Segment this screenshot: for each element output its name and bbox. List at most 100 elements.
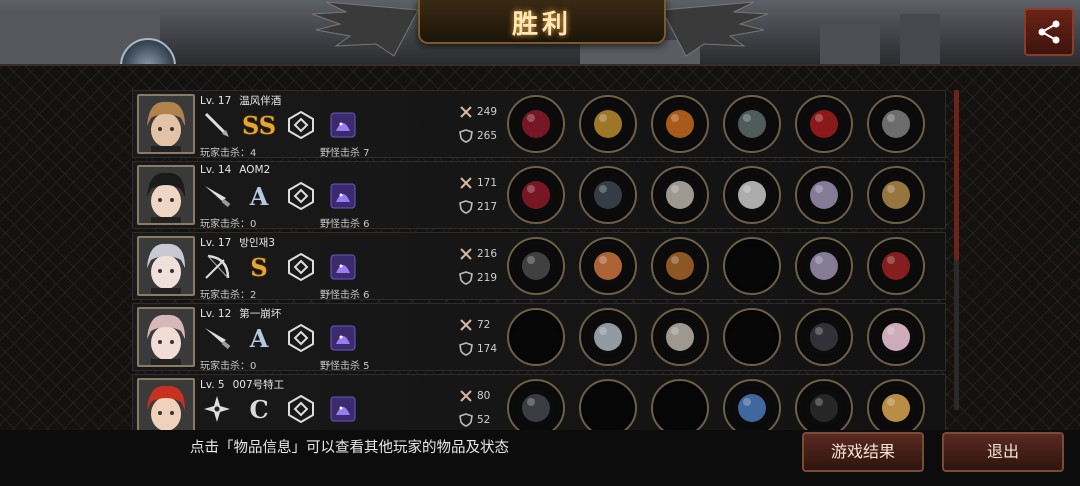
defense-value: 265 [477, 130, 498, 142]
monster-kills: 野怪击杀 6 [320, 290, 370, 301]
equipment-slot-empty[interactable] [579, 379, 637, 437]
purple-pet-icon [327, 180, 359, 212]
treasure-chest-icon [882, 181, 910, 209]
attack-value: 171 [477, 177, 498, 189]
equipment-slot[interactable] [795, 237, 853, 295]
player-avatar[interactable] [137, 236, 195, 296]
equipment-slot[interactable] [795, 95, 853, 153]
player-row[interactable]: Lv. 17 방인재3 S 玩家击杀：2 野怪击杀 6 216 219 [132, 232, 946, 301]
player-avatar[interactable] [137, 94, 195, 154]
shield-icon [459, 129, 473, 143]
equipment-slot[interactable] [507, 166, 565, 224]
player-level-name: Lv. 12 第一崩坏 [200, 306, 281, 321]
diamond-crest-icon [285, 180, 317, 212]
defense-stat: 219 [459, 271, 497, 285]
equipment-slot[interactable] [795, 308, 853, 366]
attack-stat: 171 [459, 176, 497, 190]
player-row[interactable]: Lv. 17 温风伴酒 SS 玩家击杀：4 野怪击杀 7 249 265 [132, 90, 946, 159]
shield-icon [459, 200, 473, 214]
equipment-slot[interactable] [867, 237, 925, 295]
equipment-row [507, 379, 939, 437]
player-avatar[interactable] [137, 307, 195, 367]
defense-stat: 52 [459, 413, 490, 427]
player-kills: 玩家击杀：4 [200, 148, 257, 159]
attack-stat: 80 [459, 389, 490, 403]
equipment-slot[interactable] [795, 166, 853, 224]
player-kills: 玩家击杀：0 [200, 219, 257, 230]
equipment-slot[interactable] [867, 379, 925, 437]
triangle-crest-icon [285, 393, 317, 425]
equipment-slot-empty[interactable] [651, 379, 709, 437]
silver-helmet-icon [594, 323, 622, 351]
equipment-slot[interactable] [867, 166, 925, 224]
share-icon [1038, 20, 1060, 44]
exit-button[interactable]: 退出 [942, 432, 1064, 472]
player-badges: A [201, 180, 369, 212]
equipment-slot-empty[interactable] [723, 237, 781, 295]
player-badges: SS [201, 109, 369, 141]
equipment-row [507, 237, 939, 295]
player-name: AOM2 [239, 164, 271, 176]
equipment-slot[interactable] [507, 237, 565, 295]
equipment-slot[interactable] [507, 379, 565, 437]
equipment-slot[interactable] [867, 308, 925, 366]
share-button[interactable] [1024, 8, 1074, 56]
player-row[interactable]: Lv. 12 第一崩坏 A 玩家击杀：0 野怪击杀 5 72 174 [132, 303, 946, 372]
heptagon-crest-icon [285, 251, 317, 283]
purple-pet-icon [327, 251, 359, 283]
player-level-name: Lv. 5 007号特工 [200, 377, 284, 392]
equipment-slot[interactable] [579, 166, 637, 224]
game-result-button[interactable]: 游戏结果 [802, 432, 924, 472]
crossed-swords-icon [460, 106, 472, 118]
crossbow-icon [522, 252, 550, 280]
equipment-slot[interactable] [651, 166, 709, 224]
equipment-slot[interactable] [651, 308, 709, 366]
equipment-slot[interactable] [507, 95, 565, 153]
attack-stat: 216 [459, 247, 497, 261]
attack-stat: 249 [459, 105, 497, 119]
player-avatar[interactable] [137, 165, 195, 225]
diamond-crest-icon [285, 322, 317, 354]
dark-helmet-icon [594, 181, 622, 209]
player-kills: 玩家击杀：2 [200, 290, 257, 301]
shuriken-icon [201, 393, 233, 425]
equipment-slot[interactable] [723, 95, 781, 153]
title-plate: 胜利 [418, 0, 666, 44]
defense-value: 217 [477, 201, 498, 213]
player-grade: A [249, 181, 269, 211]
player-avatar[interactable] [137, 378, 195, 438]
player-grade: S [250, 252, 268, 282]
equipment-slot[interactable] [867, 95, 925, 153]
equipment-slot[interactable] [579, 95, 637, 153]
scrollbar-thumb[interactable] [954, 90, 959, 260]
violet-boots-icon [810, 252, 838, 280]
equipment-slot-empty[interactable] [723, 308, 781, 366]
attack-value: 216 [477, 248, 498, 260]
player-grade: SS [241, 110, 277, 140]
player-level-name: Lv. 17 温风伴酒 [200, 93, 281, 108]
spiked-gauntlet-icon [738, 181, 766, 209]
equipment-slot[interactable] [723, 379, 781, 437]
dark-blade-icon [522, 394, 550, 422]
attack-value: 249 [477, 106, 498, 118]
equipment-slot[interactable] [723, 166, 781, 224]
player-level: Lv. 17 [200, 95, 232, 107]
equipment-slot[interactable] [795, 379, 853, 437]
defense-value: 52 [477, 414, 491, 426]
equipment-slot[interactable] [651, 95, 709, 153]
equipment-row [507, 308, 939, 366]
red-sword-icon [522, 181, 550, 209]
equipment-slot[interactable] [579, 308, 637, 366]
equipment-slot[interactable] [651, 237, 709, 295]
dagger-icon [201, 109, 233, 141]
player-level: Lv. 5 [200, 379, 225, 391]
page-title: 胜利 [511, 10, 572, 40]
red-quiver-icon [882, 252, 910, 280]
attack-stat: 72 [459, 318, 490, 332]
equipment-slot[interactable] [579, 237, 637, 295]
shield-icon [459, 271, 473, 285]
equipment-slot-empty[interactable] [507, 308, 565, 366]
player-row[interactable]: Lv. 14 AOM2 A 玩家击杀：0 野怪击杀 6 171 217 [132, 161, 946, 230]
crossed-swords-icon [460, 248, 472, 260]
shield-icon [459, 413, 473, 427]
